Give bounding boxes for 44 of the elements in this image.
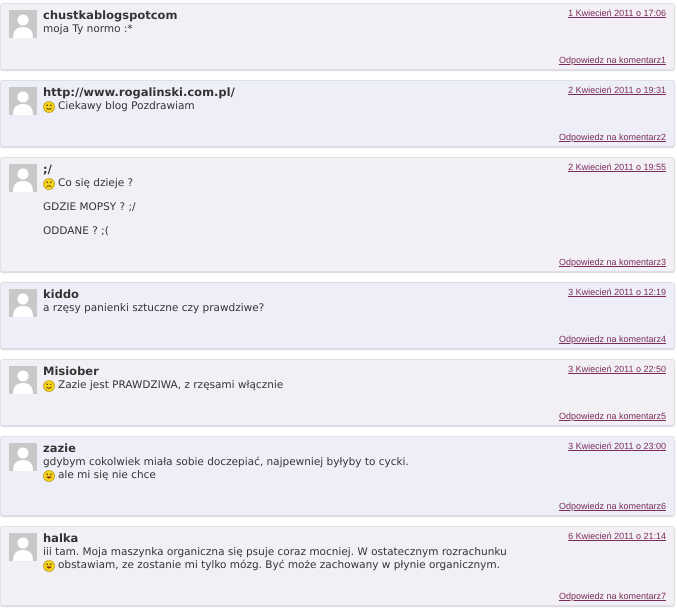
comment-date-link[interactable]: 6 Kwiecień 2011 o 21:14	[568, 531, 666, 541]
wink-emoticon-icon	[43, 380, 55, 392]
comment-text: Zazie jest PRAWDZIWA, z rzęsami włącznie	[58, 379, 284, 392]
comment-date-link[interactable]: 2 Kwiecień 2011 o 19:55	[568, 162, 666, 172]
comment-text: iii tam. Moja maszynka organiczna się psuje coraz mocniej. W ostatecznym rozrachunku	[43, 546, 507, 559]
comment-date-link[interactable]: 2 Kwiecień 2011 o 19:31	[568, 85, 666, 95]
avatar-icon	[9, 533, 37, 561]
comment-text: moja Ty normo :*	[43, 23, 133, 36]
avatar-icon	[9, 164, 37, 192]
comment-text: Co się dzieje ?	[58, 177, 134, 190]
grin-emoticon-icon	[43, 560, 55, 572]
comment-date-link[interactable]: 3 Kwiecień 2011 o 23:00	[568, 441, 666, 451]
comment-author: ;/	[43, 162, 52, 177]
comment-text: Ciekawy blog Pozdrawiam	[58, 100, 195, 113]
avatar-icon	[9, 87, 37, 115]
reply-link[interactable]: Odpowiedz na komentarz5	[558, 411, 666, 421]
avatar-icon	[9, 366, 37, 394]
sad-emoticon-icon	[43, 178, 55, 190]
comment-author: http://www.rogalinski.com.pl/	[43, 85, 235, 100]
comment-author: halka	[43, 531, 78, 546]
comment-date-link[interactable]: 1 Kwiecień 2011 o 17:06	[568, 8, 666, 18]
comment-text: obstawiam, ze zostanie mi tylko mózg. Być może zachowany w płynie organicznym.	[58, 559, 500, 572]
comment-text: ODDANE ? ;(	[43, 225, 109, 238]
comment-author: Misiober	[43, 364, 99, 379]
comment-text: ale mi się nie chce	[58, 469, 156, 482]
reply-link[interactable]: Odpowiedz na komentarz1	[558, 55, 666, 65]
comment-author: chustkablogspotcom	[43, 8, 178, 23]
smile-emoticon-icon	[43, 100, 55, 112]
avatar-icon	[9, 443, 37, 471]
reply-link[interactable]: Odpowiedz na komentarz3	[558, 257, 666, 267]
comment-text: GDZIE MOPSY ? ;/	[43, 201, 136, 214]
reply-link[interactable]: Odpowiedz na komentarz6	[558, 501, 666, 511]
comment-date-link[interactable]: 3 Kwiecień 2011 o 12:19	[568, 287, 666, 297]
comment-date-link[interactable]: 3 Kwiecień 2011 o 22:50	[568, 364, 666, 374]
comment-author: zazie	[43, 441, 76, 456]
reply-link[interactable]: Odpowiedz na komentarz2	[558, 132, 666, 142]
comment-author: kiddo	[43, 287, 79, 302]
reply-link[interactable]: Odpowiedz na komentarz7	[558, 591, 666, 601]
reply-link[interactable]: Odpowiedz na komentarz4	[558, 334, 666, 344]
avatar-icon	[9, 289, 37, 317]
comment-text: a rzęsy panienki sztuczne czy prawdziwe?	[43, 302, 264, 315]
comment-text: gdybym cokolwiek miała sobie doczepiać, najpewniej byłyby to cycki.	[43, 456, 409, 469]
grin-emoticon-icon	[43, 470, 55, 482]
avatar-icon	[9, 10, 37, 38]
